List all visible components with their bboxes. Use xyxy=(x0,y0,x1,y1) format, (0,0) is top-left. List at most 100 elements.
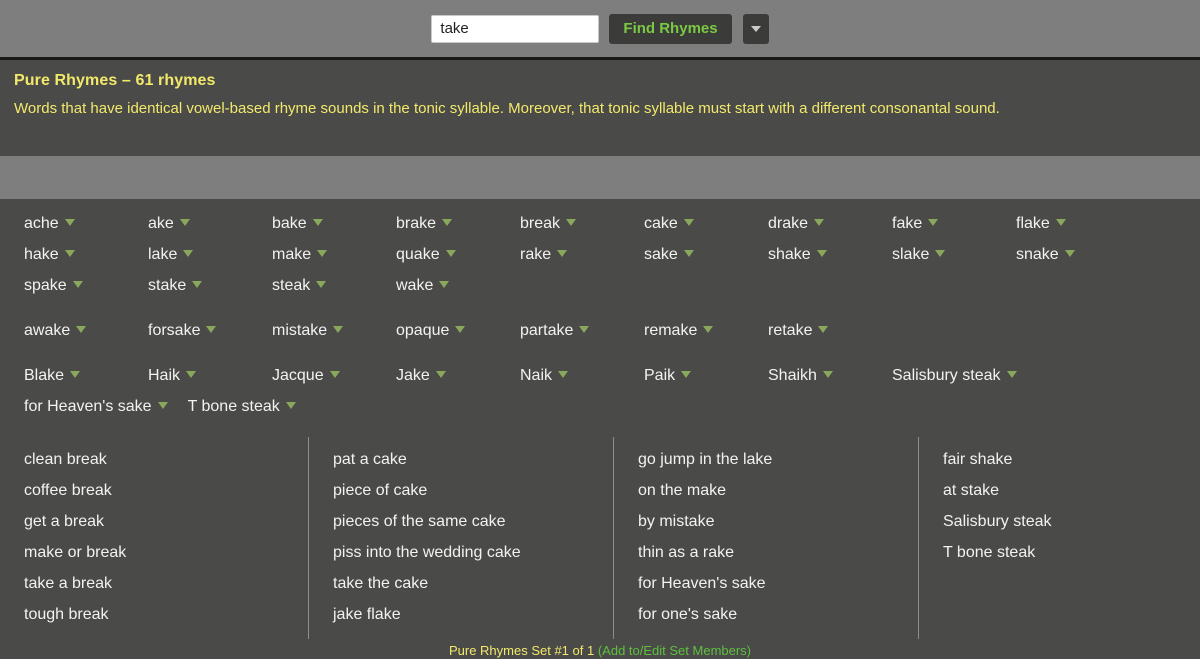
caret-down-icon[interactable] xyxy=(64,250,75,257)
rhyme-word-item[interactable]: retake xyxy=(768,316,892,347)
caret-down-icon[interactable] xyxy=(1006,371,1017,378)
phrase-item[interactable]: go jump in the lake xyxy=(638,445,904,476)
phrase-item[interactable]: coffee break xyxy=(24,476,294,507)
rhyme-word-item[interactable]: bake xyxy=(272,209,396,240)
phrase-item[interactable]: piece of cake xyxy=(333,476,599,507)
rhyme-word-item[interactable]: stake xyxy=(148,271,272,302)
caret-down-icon[interactable] xyxy=(683,250,694,257)
rhyme-word-item[interactable]: ache xyxy=(24,209,148,240)
rhyme-word-item[interactable]: cake xyxy=(644,209,768,240)
caret-down-icon[interactable] xyxy=(683,219,694,226)
phrase-item[interactable]: for Heaven's sake xyxy=(638,569,904,600)
caret-down-icon[interactable] xyxy=(64,219,75,226)
rhyme-word-item[interactable]: brake xyxy=(396,209,520,240)
caret-down-icon[interactable] xyxy=(557,250,568,257)
rhyme-word-item[interactable]: quake xyxy=(396,240,520,271)
phrase-item[interactable]: pat a cake xyxy=(333,445,599,476)
caret-down-icon[interactable] xyxy=(329,371,340,378)
rhyme-word-item[interactable]: snake xyxy=(1016,240,1140,271)
phrase-item[interactable]: Salisbury steak xyxy=(943,507,1186,538)
caret-down-icon[interactable] xyxy=(455,326,466,333)
caret-down-icon[interactable] xyxy=(333,326,344,333)
rhyme-word-item[interactable]: Jacque xyxy=(272,361,396,392)
caret-down-icon[interactable] xyxy=(183,250,194,257)
phrase-item[interactable]: for one's sake xyxy=(638,600,904,631)
caret-down-icon[interactable] xyxy=(928,219,939,226)
rhyme-word-item[interactable]: drake xyxy=(768,209,892,240)
phrase-item[interactable]: jake flake xyxy=(333,600,599,631)
rhyme-word-item[interactable]: shake xyxy=(768,240,892,271)
phrase-item[interactable]: take a break xyxy=(24,569,294,600)
phrase-item[interactable]: make or break xyxy=(24,538,294,569)
phrase-item[interactable]: take the cake xyxy=(333,569,599,600)
caret-down-icon[interactable] xyxy=(442,219,453,226)
rhyme-word-item[interactable]: T bone steak xyxy=(188,392,312,423)
caret-down-icon[interactable] xyxy=(317,250,328,257)
phrase-item[interactable]: piss into the wedding cake xyxy=(333,538,599,569)
phrase-item[interactable]: get a break xyxy=(24,507,294,538)
rhyme-word-item[interactable]: Salisbury steak xyxy=(892,361,1037,392)
caret-down-icon[interactable] xyxy=(818,326,829,333)
caret-down-icon[interactable] xyxy=(192,281,203,288)
caret-down-icon[interactable] xyxy=(558,371,569,378)
rhyme-word-item[interactable]: hake xyxy=(24,240,148,271)
phrase-item[interactable]: pieces of the same cake xyxy=(333,507,599,538)
caret-down-icon[interactable] xyxy=(157,402,168,409)
search-input[interactable] xyxy=(431,14,600,43)
rhyme-word-item[interactable]: Shaikh xyxy=(768,361,892,392)
caret-down-icon[interactable] xyxy=(70,371,81,378)
rhyme-word-item[interactable]: for Heaven's sake xyxy=(24,392,188,423)
rhyme-word-item[interactable]: Paik xyxy=(644,361,768,392)
rhyme-word-item[interactable]: rake xyxy=(520,240,644,271)
phrase-item[interactable]: at stake xyxy=(943,476,1186,507)
rhyme-word-item[interactable]: Blake xyxy=(24,361,148,392)
caret-down-icon[interactable] xyxy=(822,371,833,378)
rhyme-word-item[interactable]: forsake xyxy=(148,316,272,347)
caret-down-icon[interactable] xyxy=(285,402,296,409)
rhyme-word-item[interactable]: remake xyxy=(644,316,768,347)
phrase-item[interactable]: fair shake xyxy=(943,445,1186,476)
rhyme-word-item[interactable]: Jake xyxy=(396,361,520,392)
caret-down-icon[interactable] xyxy=(76,326,87,333)
phrase-item[interactable]: T bone steak xyxy=(943,538,1186,569)
edit-set-members-link[interactable]: (Add to/Edit Set Members) xyxy=(598,643,751,658)
caret-down-icon[interactable] xyxy=(316,281,327,288)
caret-down-icon[interactable] xyxy=(445,250,456,257)
find-rhymes-button[interactable]: Find Rhymes xyxy=(609,13,732,44)
caret-down-icon[interactable] xyxy=(816,250,827,257)
rhyme-word-item[interactable]: partake xyxy=(520,316,644,347)
rhyme-word-item[interactable]: fake xyxy=(892,209,1016,240)
caret-down-icon[interactable] xyxy=(703,326,714,333)
rhyme-word-item[interactable]: break xyxy=(520,209,644,240)
caret-down-icon[interactable] xyxy=(439,281,450,288)
rhyme-word-item[interactable]: awake xyxy=(24,316,148,347)
caret-down-icon[interactable] xyxy=(72,281,83,288)
caret-down-icon[interactable] xyxy=(1064,250,1075,257)
caret-down-icon[interactable] xyxy=(579,326,590,333)
rhyme-word-item[interactable]: make xyxy=(272,240,396,271)
phrase-item[interactable]: by mistake xyxy=(638,507,904,538)
rhyme-word-item[interactable]: sake xyxy=(644,240,768,271)
rhyme-word-item[interactable]: lake xyxy=(148,240,272,271)
rhyme-word-item[interactable]: flake xyxy=(1016,209,1140,240)
caret-down-icon[interactable] xyxy=(312,219,323,226)
caret-down-icon[interactable] xyxy=(435,371,446,378)
phrase-item[interactable]: clean break xyxy=(24,445,294,476)
caret-down-icon[interactable] xyxy=(814,219,825,226)
rhyme-word-item[interactable]: wake xyxy=(396,271,520,302)
search-options-dropdown-button[interactable] xyxy=(742,13,769,44)
rhyme-word-item[interactable]: ake xyxy=(148,209,272,240)
rhyme-word-item[interactable]: opaque xyxy=(396,316,520,347)
rhyme-word-item[interactable]: spake xyxy=(24,271,148,302)
rhyme-word-item[interactable]: Haik xyxy=(148,361,272,392)
rhyme-word-item[interactable]: mistake xyxy=(272,316,396,347)
phrase-item[interactable]: on the make xyxy=(638,476,904,507)
rhyme-word-item[interactable]: slake xyxy=(892,240,1016,271)
caret-down-icon[interactable] xyxy=(1055,219,1066,226)
caret-down-icon[interactable] xyxy=(186,371,197,378)
caret-down-icon[interactable] xyxy=(935,250,946,257)
rhyme-word-item[interactable]: Naik xyxy=(520,361,644,392)
phrase-item[interactable]: thin as a rake xyxy=(638,538,904,569)
caret-down-icon[interactable] xyxy=(681,371,692,378)
phrase-item[interactable]: tough break xyxy=(24,600,294,631)
